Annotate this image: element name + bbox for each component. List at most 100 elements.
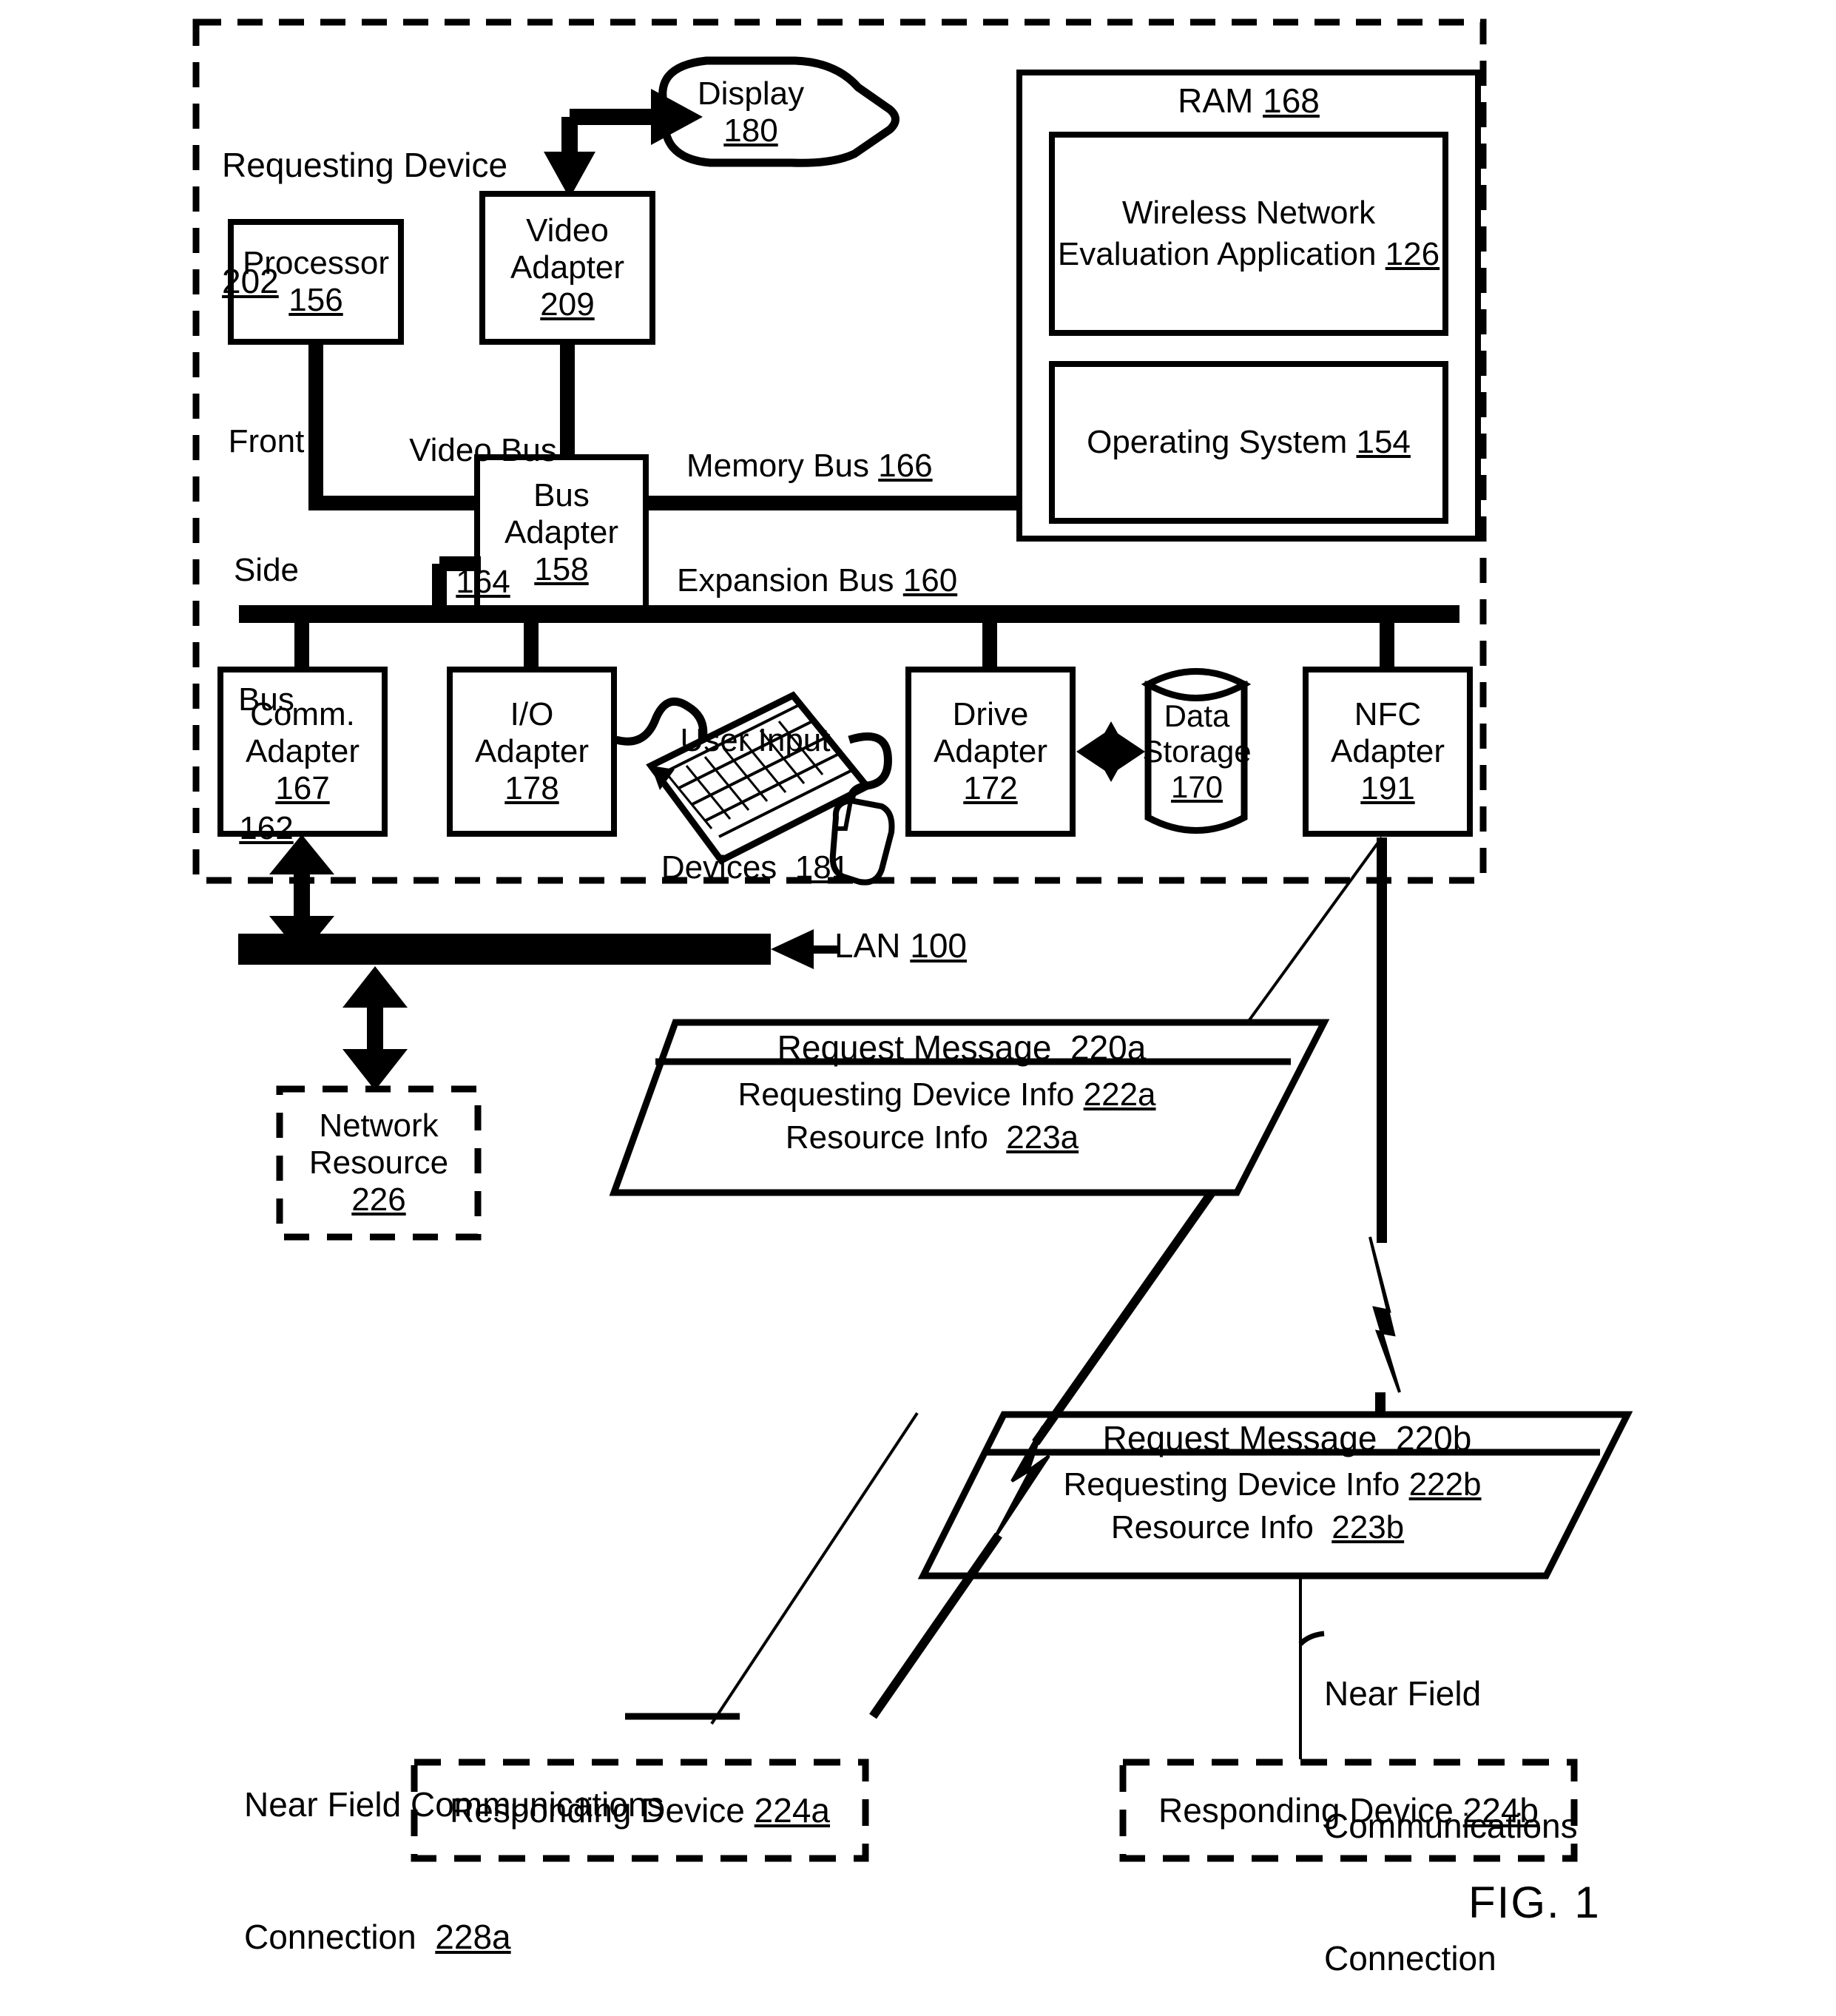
display-label-text: Display	[697, 75, 805, 112]
comm-adapter-ref: 167	[275, 770, 330, 806]
lan-label-text: LAN	[834, 926, 901, 965]
nfc-adapter-ref: 191	[1360, 770, 1415, 806]
request-message-b-row1-ref: 222b	[1408, 1466, 1482, 1503]
user-input-devices-ref: 181	[794, 849, 850, 886]
comm-adapter-label: Comm. Adapter 167	[220, 670, 385, 834]
operating-system-ref: 154	[1356, 424, 1411, 460]
video-bus-ref: 164	[456, 563, 510, 600]
request-message-a-row2-text: Resource Info	[785, 1119, 988, 1156]
request-message-a-title-ref: 220a	[1070, 1028, 1147, 1067]
lightning-bolt-b-icon	[1368, 1236, 1401, 1393]
responding-device-a-text: Responding Device	[449, 1791, 745, 1830]
io-adapter-label: I/O Adapter 178	[450, 670, 614, 834]
memory-bus-ref: 166	[878, 448, 933, 484]
responding-device-a-label: Responding Device 224a	[414, 1762, 865, 1858]
front-side-bus-line2: Side	[233, 552, 300, 589]
processor-label: Processor 156	[231, 222, 401, 342]
nfc-connection-b-line1: Near Field	[1324, 1673, 1482, 1713]
nfc-connection-a-line2: Connection	[244, 1917, 416, 1956]
network-resource-ref: 226	[351, 1181, 406, 1218]
user-input-devices-line1: User Input	[680, 722, 831, 759]
io-adapter-ref: 178	[504, 770, 559, 806]
video-adapter-line2: Adapter	[510, 249, 625, 286]
nfc-leader-to-responding-device-a	[710, 1412, 919, 1725]
io-adapter-line2: Adapter	[474, 733, 590, 769]
responding-device-a-ref: 224a	[754, 1791, 831, 1830]
drive-adapter-line2: Adapter	[933, 733, 1048, 769]
nfc-leader-to-message-a	[1247, 836, 1383, 1022]
request-message-a-row1: Requesting Device Info 222a	[651, 1076, 1243, 1113]
comm-adapter-line2: Adapter	[245, 733, 360, 769]
network-resource-line2: Resource	[308, 1144, 449, 1181]
drive-storage-arrow	[1076, 721, 1145, 782]
drive-adapter-ref: 172	[963, 770, 1018, 806]
video-bus-label-text: Video Bus	[409, 431, 557, 468]
memory-bus-label-text: Memory Bus	[686, 448, 869, 484]
request-message-b-row1-text: Requesting Device Info	[1063, 1466, 1400, 1503]
front-side-bus-label: Front Side Bus 162	[222, 334, 311, 936]
patent-figure: Requesting Device 202 Display 180 Proces…	[0, 0, 1836, 2016]
expansion-bus-ref: 160	[902, 562, 958, 599]
wireless-eval-app-line2: Evaluation Application	[1057, 236, 1377, 272]
nfc-connector-a	[1032, 1190, 1215, 1446]
request-message-b-title-ref: 220b	[1395, 1419, 1472, 1457]
request-message-a-title: Request Message 220a	[666, 1028, 1258, 1067]
data-storage-line1: Data	[1164, 698, 1230, 733]
front-side-bus-line1: Front	[228, 423, 305, 460]
user-input-devices-label: User Input Devices 181	[641, 635, 870, 974]
ram-label-text: RAM	[1178, 81, 1254, 120]
request-message-b-title-text: Request Message	[1102, 1419, 1377, 1457]
request-message-a-row2: Resource Info 223a	[636, 1119, 1228, 1156]
video-adapter-line1: Video	[526, 212, 609, 249]
operating-system-line1: Operating System	[1087, 424, 1348, 460]
wireless-eval-app-ref: 126	[1385, 236, 1440, 272]
drive-adapter-label: Drive Adapter 172	[908, 670, 1073, 834]
request-message-b-row1: Requesting Device Info 222b	[976, 1466, 1568, 1503]
nfc-adapter-line2: Adapter	[1330, 733, 1445, 769]
expansion-bus-label-text: Expansion Bus	[677, 562, 894, 599]
video-adapter-ref: 209	[540, 286, 595, 323]
drive-adapter-line1: Drive	[952, 696, 1029, 732]
lan-label: LAN 100	[834, 926, 967, 965]
io-adapter-line1: I/O	[510, 696, 554, 732]
nfc-adapter-line1: NFC	[1354, 696, 1422, 732]
network-resource-line1: Network	[319, 1108, 439, 1144]
request-message-b-row2-text: Resource Info	[1110, 1509, 1314, 1545]
figure-caption: FIG. 1	[1468, 1878, 1601, 1927]
lan-network-resource-arrow	[342, 966, 408, 1090]
video-bus-label: Video Bus 164	[405, 340, 561, 692]
nfc-adapter-label: NFC Adapter 191	[1306, 670, 1470, 834]
data-storage-ref: 170	[1170, 769, 1224, 804]
nfc-connection-b-line3: Connection	[1324, 1939, 1496, 1978]
request-message-b-row2: Resource Info 223b	[962, 1509, 1553, 1546]
responding-device-b-ref: 224b	[1462, 1791, 1539, 1830]
nfc-label-b-hook	[1298, 1631, 1325, 1646]
request-message-a-title-text: Request Message	[777, 1028, 1052, 1067]
data-storage-label: Data Storage 170	[1142, 670, 1252, 834]
data-storage-line2: Storage	[1142, 734, 1252, 769]
wireless-eval-app-line1: Wireless Network	[1121, 194, 1376, 231]
operating-system-label: Operating System 154	[1052, 364, 1445, 521]
wireless-eval-app-label: Wireless Network Evaluation Application …	[1052, 135, 1445, 333]
ram-title: RAM 168	[1019, 81, 1478, 120]
processor-label-text: Processor	[242, 245, 390, 281]
request-message-a-row2-ref: 223a	[1006, 1119, 1079, 1156]
display-label: Display 180	[666, 68, 836, 157]
responding-device-b-text: Responding Device	[1158, 1791, 1454, 1830]
network-resource-label: Network Resource 226	[280, 1089, 478, 1237]
user-input-devices-line2: Devices	[661, 849, 777, 886]
expansion-bus-label: Expansion Bus 160	[677, 562, 957, 599]
request-message-a-row1-text: Requesting Device Info	[738, 1076, 1075, 1113]
display-ref: 180	[723, 112, 778, 149]
request-message-a-row1-ref: 222a	[1083, 1076, 1156, 1113]
responding-device-b-label: Responding Device 224b	[1123, 1762, 1574, 1858]
processor-ref: 156	[288, 282, 343, 318]
comm-adapter-line1: Comm.	[250, 696, 355, 732]
requesting-device-title-text: Requesting Device	[222, 145, 508, 184]
lan-ref: 100	[910, 926, 968, 965]
request-message-b-title: Request Message 220b	[991, 1419, 1583, 1457]
video-adapter-label: Video Adapter 209	[482, 194, 652, 342]
nfc-connection-a-ref: 228a	[435, 1917, 511, 1956]
memory-bus-label: Memory Bus 166	[686, 448, 933, 485]
request-message-b-row2-ref: 223b	[1332, 1509, 1405, 1545]
